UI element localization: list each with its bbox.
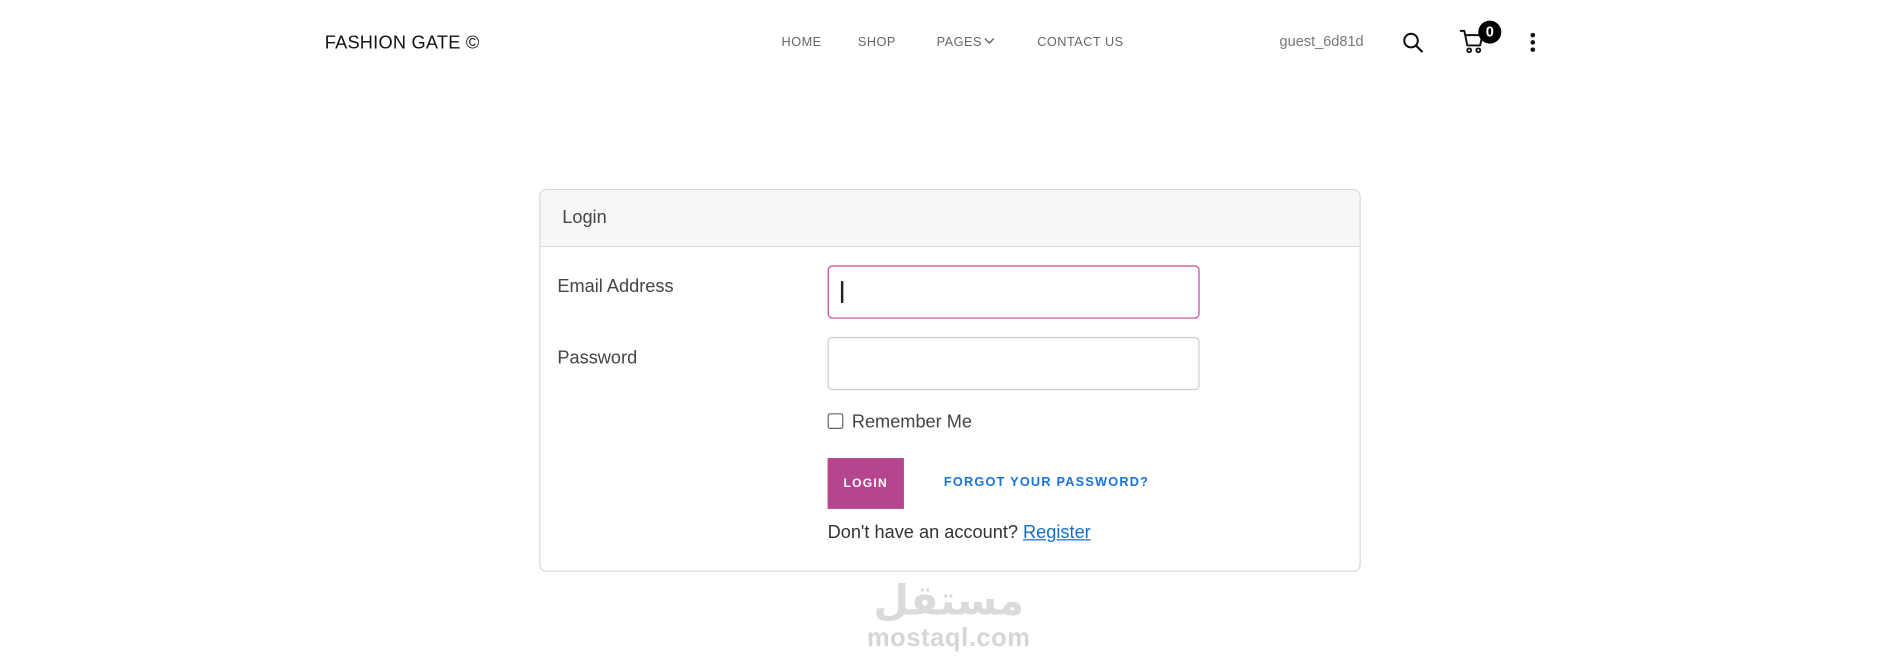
watermark: مستقل mostaql.com xyxy=(858,577,1040,657)
nav-pages[interactable]: PAGES xyxy=(937,35,996,50)
brand-logo[interactable]: FASHION GATE © xyxy=(325,33,480,54)
more-options-button[interactable] xyxy=(1523,30,1542,54)
forgot-password-link[interactable]: FORGOT YOUR PASSWORD? xyxy=(944,475,1149,490)
more-vertical-icon xyxy=(1530,32,1536,52)
nav-pages-label: PAGES xyxy=(936,35,982,50)
search-icon xyxy=(1403,32,1424,53)
remember-me-label[interactable]: Remember Me xyxy=(852,412,972,433)
username-label[interactable]: guest_6d81d xyxy=(1280,33,1364,50)
watermark-arabic: مستقل xyxy=(873,576,1025,626)
watermark-latin: mostaql.com xyxy=(866,624,1031,652)
text-caret xyxy=(840,281,843,303)
email-label: Email Address xyxy=(557,276,674,297)
nav-contact-us[interactable]: CONTACT US xyxy=(1037,35,1123,50)
login-button[interactable]: LOGIN xyxy=(827,458,904,509)
no-account-text: Don't have an account? xyxy=(827,522,1024,543)
password-label: Password xyxy=(557,347,638,369)
login-card: Login Email Address Password Remember Me… xyxy=(539,189,1361,572)
password-input[interactable] xyxy=(827,336,1200,391)
remember-me-row[interactable]: Remember Me xyxy=(827,412,972,433)
register-prompt: Don't have an account? Register xyxy=(828,522,1091,543)
search-button[interactable] xyxy=(1400,29,1427,56)
register-link[interactable]: Register xyxy=(1023,522,1091,543)
email-input[interactable] xyxy=(827,265,1200,319)
cart-count-badge: 0 xyxy=(1478,20,1502,44)
nav-home[interactable]: HOME xyxy=(782,35,822,50)
login-card-title: Login xyxy=(540,190,1360,248)
nav-shop[interactable]: SHOP xyxy=(858,35,896,50)
remember-me-checkbox[interactable] xyxy=(827,412,844,429)
chevron-down-icon xyxy=(984,38,995,45)
page: FASHION GATE © HOME SHOP PAGES CONTACT U… xyxy=(0,0,1900,660)
